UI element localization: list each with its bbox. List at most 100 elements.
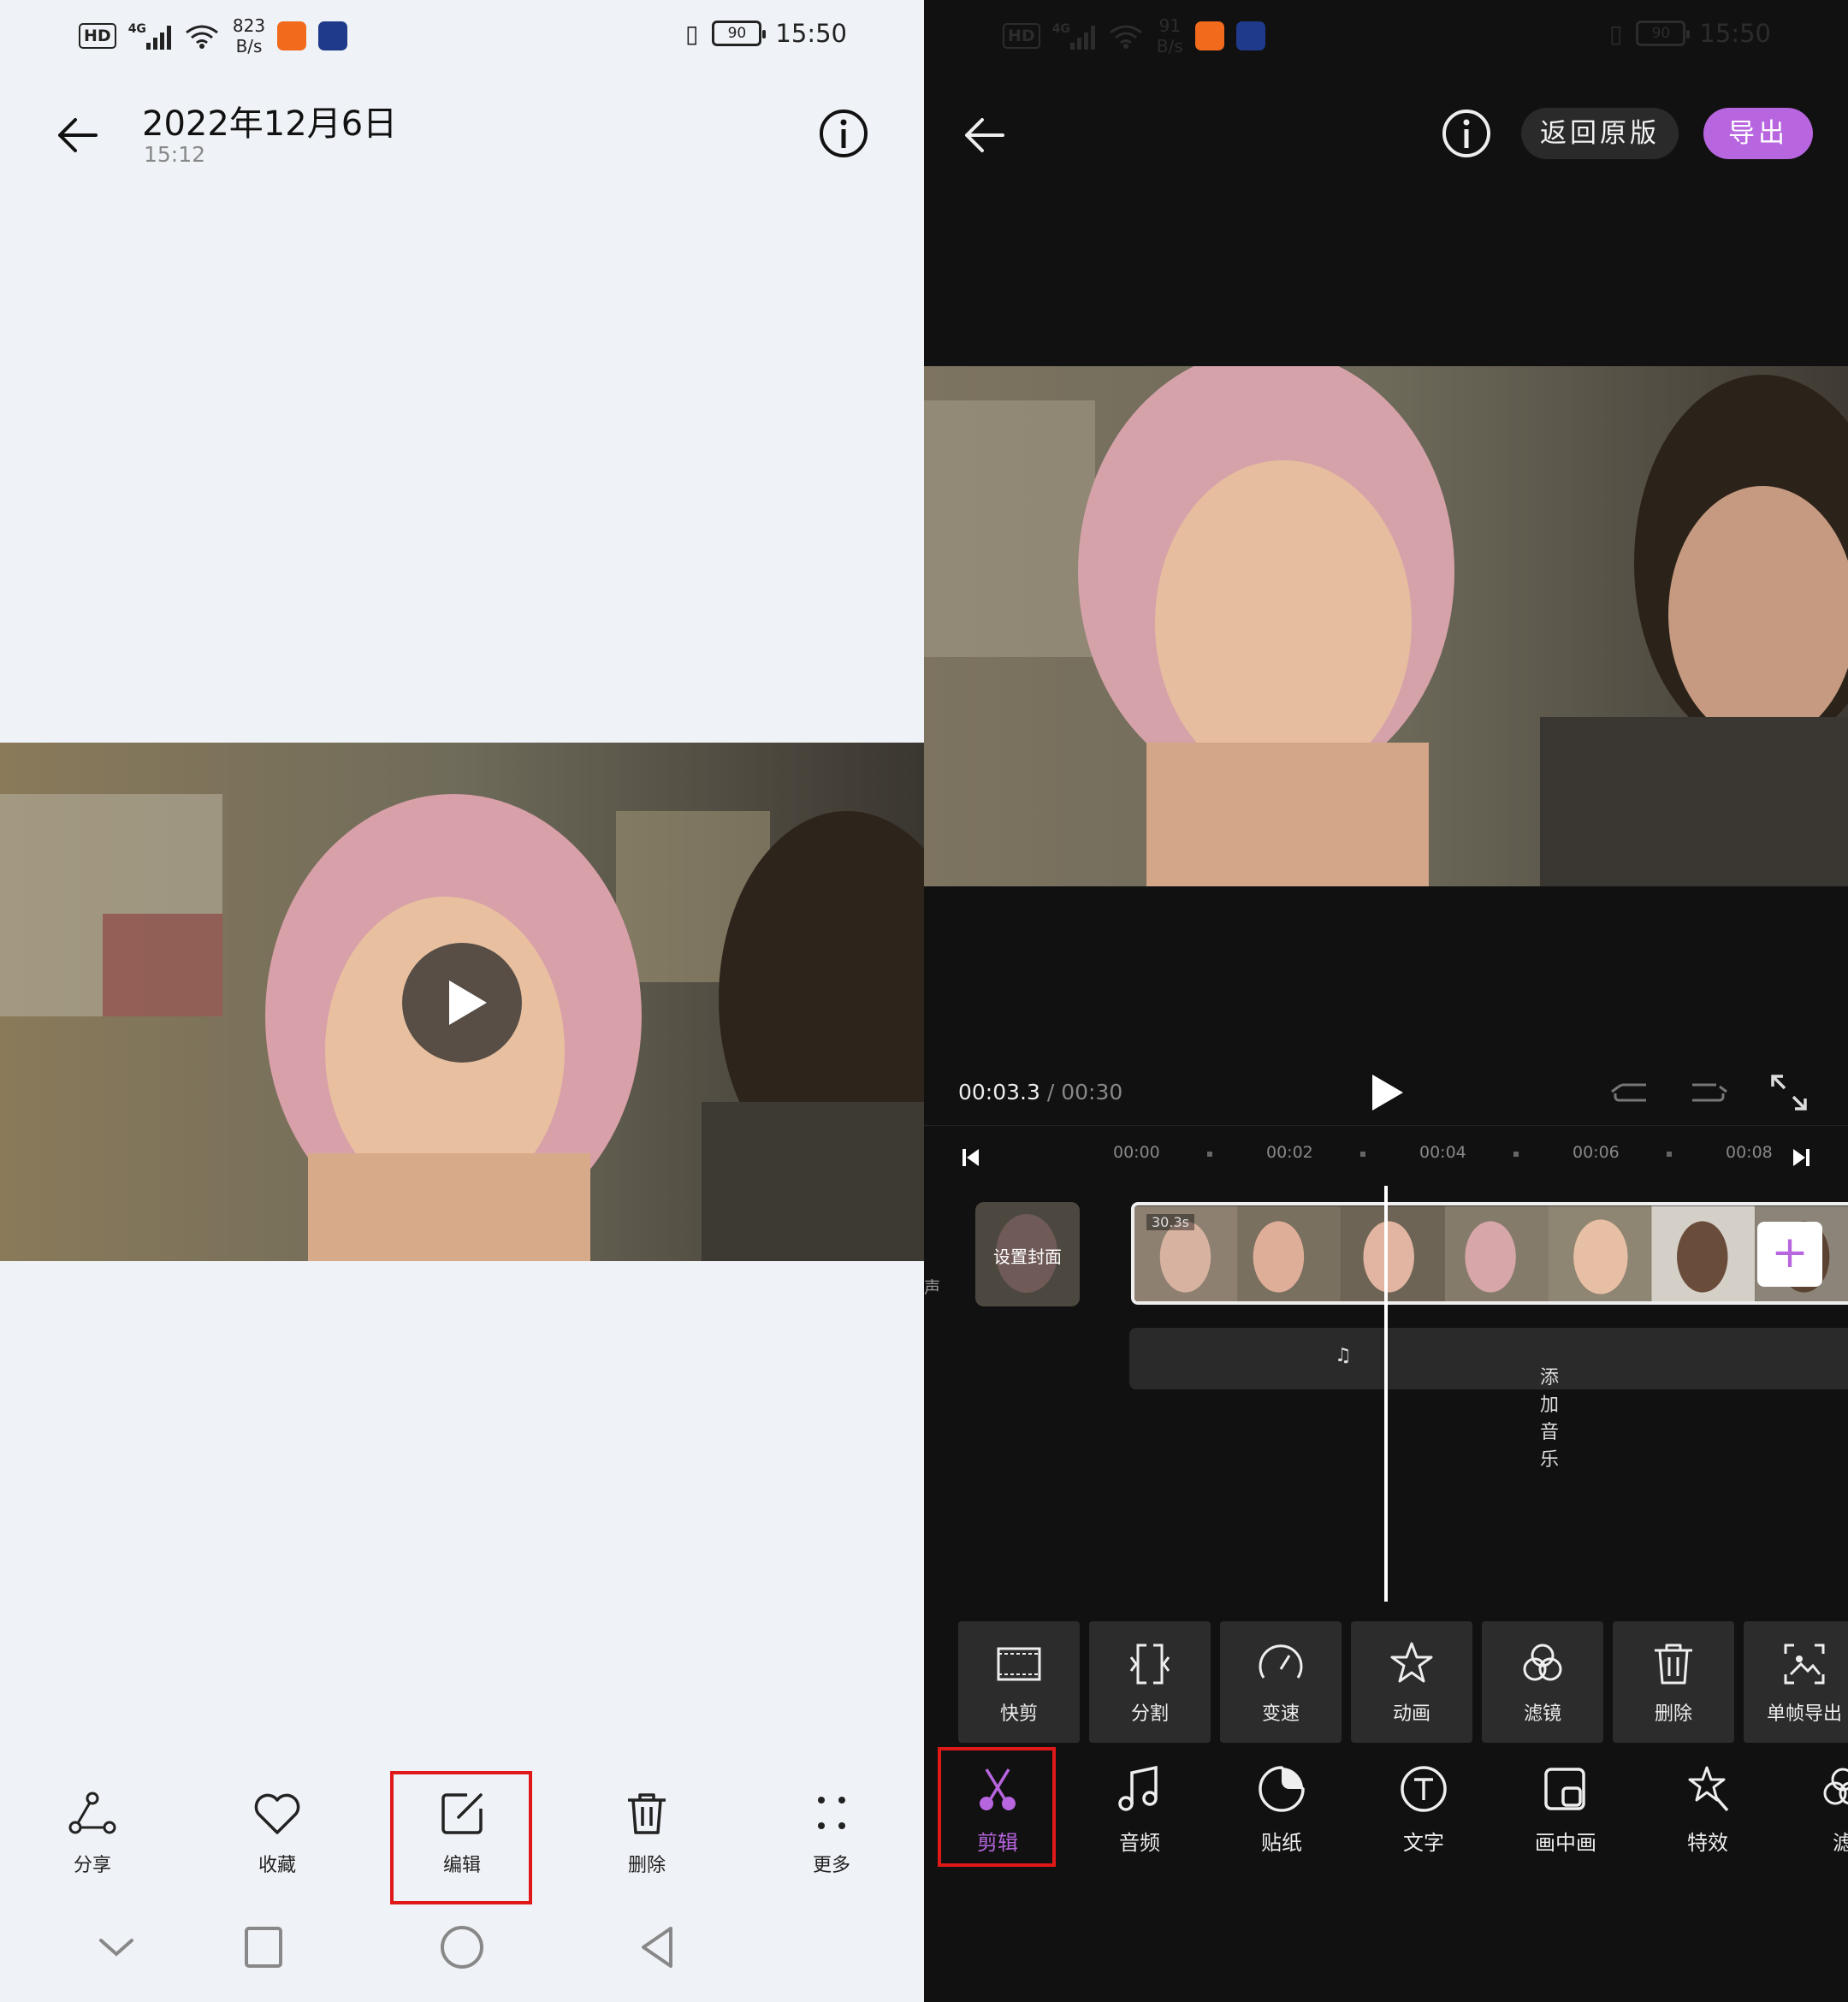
- edit-highlight-box: [390, 1771, 532, 1904]
- wifi-icon: [1110, 25, 1142, 49]
- favorite-label: 收藏: [258, 1855, 296, 1876]
- tick-dot: [1513, 1152, 1519, 1157]
- delete-button[interactable]: 删除: [578, 1788, 715, 1877]
- tick-dot: [1667, 1152, 1672, 1157]
- timeline-ruler[interactable]: 00:00 00:02 00:04 00:06 00:08: [924, 1125, 1848, 1176]
- system-nav-bar: [0, 1916, 924, 1993]
- status-bar: HD 4G 91 B/s ▯ 90 15:50: [924, 0, 1848, 77]
- speed-label: 变速: [1261, 1703, 1300, 1725]
- play-icon[interactable]: [1365, 1071, 1408, 1114]
- frame-export-icon: [1784, 1644, 1825, 1685]
- tab-filter-label: 滤: [1833, 1831, 1848, 1855]
- wifi-icon: [186, 25, 218, 49]
- status-bar: HD 4G 823 B/s ▯ 90 15:50: [0, 0, 924, 77]
- nav-collapse-icon[interactable]: [92, 1923, 140, 1971]
- hd-icon: HD: [79, 23, 116, 49]
- hd-icon: HD: [1003, 23, 1040, 49]
- tick-label: 00:00: [1113, 1143, 1160, 1162]
- vibrate-icon: ▯: [1609, 19, 1623, 48]
- nav-back-icon[interactable]: [635, 1923, 683, 1971]
- speed-button[interactable]: 变速: [1220, 1621, 1342, 1743]
- signal-icon: 4G: [1052, 22, 1095, 50]
- time-separator: /: [1046, 1080, 1055, 1105]
- tick-label: 00:04: [1419, 1143, 1466, 1162]
- video-frame-image: [924, 366, 1848, 886]
- tab-text-label: 文字: [1403, 1831, 1444, 1855]
- net-speed-value: 823: [232, 15, 266, 36]
- current-time: 00:03.3: [958, 1080, 1040, 1105]
- tab-audio[interactable]: 音频: [1080, 1762, 1199, 1856]
- net-speed: 91 B/s: [1157, 15, 1183, 56]
- filter-button[interactable]: 滤镜: [1482, 1621, 1603, 1743]
- tick-label: 00:06: [1573, 1143, 1620, 1162]
- tab-effects[interactable]: 特效: [1648, 1762, 1768, 1856]
- back-arrow-icon[interactable]: [958, 110, 1010, 161]
- info-icon[interactable]: [1441, 108, 1492, 159]
- clock: 15:50: [1699, 19, 1771, 48]
- timecode: 00:03.3 / 00:30: [958, 1080, 1122, 1105]
- info-icon[interactable]: [818, 108, 869, 159]
- redo-icon[interactable]: [1689, 1076, 1728, 1111]
- add-music-track[interactable]: ♫ 添加音乐: [1129, 1328, 1848, 1471]
- sticker-icon: [1259, 1766, 1305, 1812]
- app-notification-icon: [277, 21, 307, 50]
- frame-export-button[interactable]: 单帧导出: [1744, 1621, 1848, 1743]
- nav-recents-icon[interactable]: [240, 1923, 287, 1971]
- set-cover-button[interactable]: 设置封面: [975, 1202, 1080, 1306]
- filter-circles-icon: [1523, 1644, 1562, 1681]
- undo-icon[interactable]: [1610, 1076, 1650, 1111]
- more-button[interactable]: 更多: [763, 1788, 900, 1877]
- edit-tab-highlight-box: [938, 1747, 1056, 1867]
- vibrate-icon: ▯: [685, 19, 699, 48]
- tab-text[interactable]: 文字: [1364, 1762, 1484, 1856]
- play-button[interactable]: [402, 943, 522, 1063]
- video-editor-screen: HD 4G 91 B/s ▯ 90 15:50 返回原版 导出 00:03.3 …: [924, 0, 1848, 2002]
- tab-sticker[interactable]: 贴纸: [1222, 1762, 1342, 1856]
- tab-picture-in-picture[interactable]: 画中画: [1506, 1762, 1626, 1856]
- quick-cut-button[interactable]: 快剪: [958, 1621, 1080, 1743]
- app-notification-icon: [1194, 21, 1224, 50]
- video-preview[interactable]: [924, 366, 1848, 886]
- battery-level: 90: [1651, 25, 1671, 42]
- more-icon: [818, 1797, 845, 1829]
- jump-end-icon[interactable]: [1790, 1146, 1812, 1169]
- tab-filter[interactable]: 滤: [1783, 1762, 1848, 1856]
- clock: 15:50: [775, 19, 847, 48]
- heart-icon: [254, 1793, 300, 1834]
- total-time: 00:30: [1061, 1080, 1123, 1105]
- back-arrow-icon[interactable]: [51, 110, 103, 161]
- favorite-button[interactable]: 收藏: [209, 1788, 346, 1877]
- tab-effects-label: 特效: [1687, 1831, 1728, 1855]
- page-subtitle: 15:12: [144, 142, 206, 167]
- filter-circles-icon: [1823, 1768, 1848, 1805]
- quick-cut-label: 快剪: [999, 1703, 1038, 1725]
- playhead[interactable]: [1384, 1186, 1388, 1602]
- tick-label: 00:02: [1266, 1143, 1313, 1162]
- add-music: ♫ 添加音乐: [1335, 1345, 1560, 1471]
- top-bar: 2022年12月6日 15:12: [0, 86, 924, 188]
- tab-pip-label: 画中画: [1535, 1831, 1596, 1855]
- net-speed-unit: B/s: [235, 36, 263, 56]
- delete-label: 删除: [627, 1855, 666, 1876]
- network-type: 4G: [127, 22, 146, 36]
- animation-label: 动画: [1392, 1703, 1430, 1725]
- battery-level: 90: [727, 25, 747, 42]
- tick-label: 00:08: [1726, 1143, 1773, 1162]
- jump-start-icon[interactable]: [960, 1146, 982, 1169]
- trash-icon: [628, 1793, 666, 1834]
- fullscreen-icon[interactable]: [1768, 1071, 1810, 1114]
- net-speed-value: 91: [1158, 15, 1182, 36]
- delete-clip-button[interactable]: 删除: [1613, 1621, 1734, 1743]
- split-button[interactable]: 分割: [1089, 1621, 1211, 1743]
- tab-audio-label: 音频: [1119, 1831, 1160, 1855]
- nav-home-icon[interactable]: [438, 1923, 486, 1971]
- revert-original-button[interactable]: 返回原版: [1521, 108, 1679, 159]
- add-clip-button[interactable]: +: [1757, 1222, 1822, 1287]
- audio-track-label: 声: [924, 1278, 941, 1297]
- edit-tools-row: 快剪 分割 变速 动画 滤镜 删除 单帧导出: [924, 1621, 1848, 1744]
- share-button[interactable]: 分享: [24, 1788, 161, 1877]
- clip-thumbnails: [1134, 1205, 1848, 1301]
- animation-button[interactable]: 动画: [1351, 1621, 1472, 1743]
- video-clip-track[interactable]: 30.3s: [1131, 1202, 1848, 1305]
- export-button[interactable]: 导出: [1703, 108, 1813, 159]
